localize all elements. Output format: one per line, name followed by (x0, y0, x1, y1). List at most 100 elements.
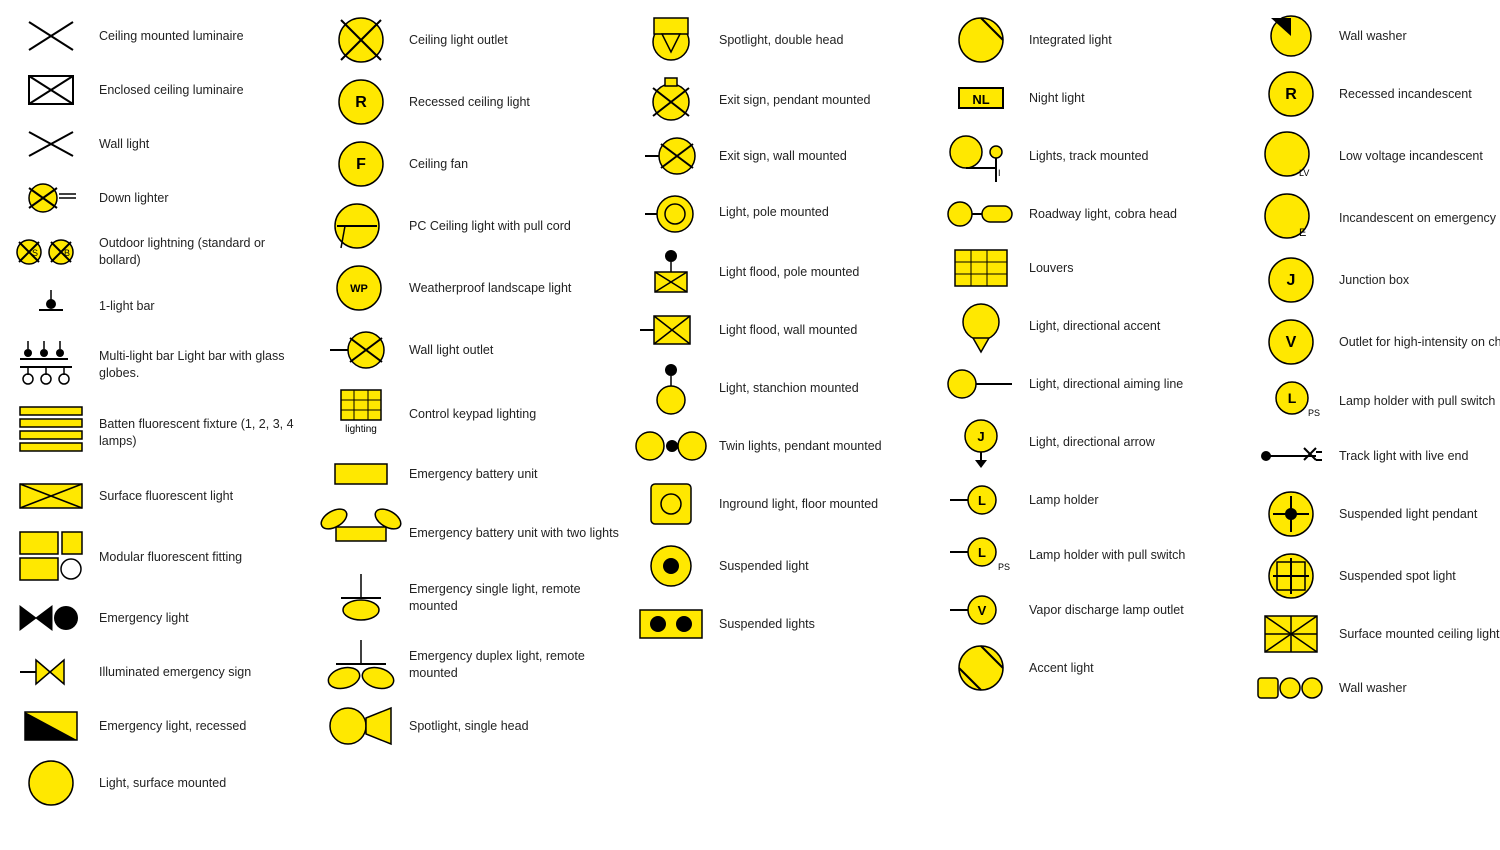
label-wall-light-outlet: Wall light outlet (409, 342, 619, 359)
item-accent-light: Accent light (935, 638, 1245, 698)
item-wall-washer-bottom: Wall washer (1245, 662, 1500, 714)
svg-text:V: V (1286, 334, 1297, 351)
svg-text:lighting: lighting (345, 424, 377, 435)
label-exit-sign-pendant: Exit sign, pendant mounted (719, 92, 929, 109)
label-emergency-battery-unit: Emergency battery unit (409, 466, 619, 483)
icon-suspended-light (631, 540, 711, 592)
icon-light-directional-accent (941, 300, 1021, 352)
svg-text:L: L (978, 545, 986, 560)
svg-text:LV: LV (1299, 168, 1309, 178)
icon-lamp-holder: L (941, 482, 1021, 518)
label-light-directional-aiming: Light, directional aiming line (1029, 376, 1239, 393)
label-light-flood-pole: Light flood, pole mounted (719, 264, 929, 281)
item-illuminated-emergency-sign: Illuminated emergency sign (5, 646, 315, 698)
label-suspended-light-pendant: Suspended light pendant (1339, 506, 1500, 523)
label-louvers: Louvers (1029, 260, 1239, 277)
item-lamp-holder-pull-col4: L PS Lamp holder with pull switch (935, 528, 1245, 582)
item-recessed-incandescent: R Recessed incandescent (1245, 64, 1500, 124)
item-light-directional-accent: Light, directional accent (935, 296, 1245, 356)
item-vapor-discharge: V Vapor discharge lamp outlet (935, 584, 1245, 636)
item-lights-track-mounted: I Lights, track mounted (935, 126, 1245, 186)
icon-recessed-ceiling-light: R (321, 76, 401, 128)
column-2: Ceiling light outlet R Recessed ceiling … (315, 10, 625, 812)
icon-roadway-cobra (941, 196, 1021, 232)
label-modular-fluorescent: Modular fluorescent fitting (99, 549, 309, 566)
label-control-keypad: Control keypad lighting (409, 406, 619, 423)
item-suspended-light-pendant: Suspended light pendant (1245, 484, 1500, 544)
item-louvers: Louvers (935, 242, 1245, 294)
item-emergency-light-recessed: Emergency light, recessed (5, 700, 315, 752)
svg-text:PS: PS (998, 562, 1010, 572)
item-multi-light-bar: Multi-light bar Light bar with glass glo… (5, 334, 315, 396)
icon-lamp-holder-pull-switch: L PS (1251, 378, 1331, 424)
label-incandescent-emergency: Incandescent on emergency power (1339, 210, 1500, 227)
item-wall-washer-top: Wall washer (1245, 10, 1500, 62)
svg-text:B: B (64, 248, 70, 258)
label-light-directional-accent: Light, directional accent (1029, 318, 1239, 335)
icon-light-directional-arrow: J (941, 416, 1021, 468)
icon-emergency-light-recessed (11, 708, 91, 744)
icon-light-pole-mounted (631, 188, 711, 236)
column-1: Ceiling mounted luminaire Enclosed ceili… (5, 10, 315, 812)
item-emergency-light: Emergency light (5, 592, 315, 644)
item-surface-fluorescent: Surface fluorescent light (5, 470, 315, 522)
label-batten-fluorescent: Batten fluorescent fixture (1, 2, 3, 4 l… (99, 416, 309, 450)
svg-text:F: F (356, 156, 366, 173)
icon-inground-floor (631, 478, 711, 530)
svg-text:V: V (978, 603, 987, 618)
label-weatherproof-landscape: Weatherproof landscape light (409, 280, 619, 297)
icon-suspended-lights (631, 606, 711, 642)
item-inground-floor: Inground light, floor mounted (625, 474, 935, 534)
icon-illuminated-emergency-sign (11, 654, 91, 690)
item-light-pole-mounted: Light, pole mounted (625, 184, 935, 240)
svg-text:R: R (355, 94, 367, 111)
item-emergency-duplex-remote: Emergency duplex light, remote mounted (315, 632, 625, 698)
item-night-light: NL Night light (935, 72, 1245, 124)
icon-exit-sign-pendant (631, 76, 711, 124)
item-enclosed-ceiling-luminaire: Enclosed ceiling luminaire (5, 64, 315, 116)
item-control-keypad: lighting Control keypad lighting (315, 382, 625, 446)
label-multi-light-bar: Multi-light bar Light bar with glass glo… (99, 348, 309, 382)
icon-emergency-light (11, 600, 91, 636)
item-recessed-ceiling-light: R Recessed ceiling light (315, 72, 625, 132)
item-emergency-single-remote: Emergency single light, remote mounted (315, 566, 625, 630)
label-inground-floor: Inground light, floor mounted (719, 496, 929, 513)
label-outlet-high-intensity: Outlet for high-intensity on charge (1339, 334, 1500, 351)
label-recessed-incandescent: Recessed incandescent (1339, 86, 1500, 103)
item-batten-fluorescent: Batten fluorescent fixture (1, 2, 3, 4 l… (5, 398, 315, 468)
item-suspended-light: Suspended light (625, 536, 935, 596)
icon-spotlight-single (321, 704, 401, 748)
item-spotlight-double: Spotlight, double head (625, 10, 935, 70)
icon-1-light-bar (11, 288, 91, 324)
icon-suspended-spot-light (1251, 550, 1331, 602)
svg-text:J: J (977, 429, 984, 444)
icon-light-flood-pole (631, 246, 711, 298)
label-spotlight-single: Spotlight, single head (409, 718, 619, 735)
svg-text:E: E (1299, 227, 1306, 239)
label-emergency-light: Emergency light (99, 610, 309, 627)
label-integrated-light: Integrated light (1029, 32, 1239, 49)
icon-control-keypad: lighting (321, 386, 401, 442)
icon-outdoor-lightning: S B (11, 234, 91, 270)
icon-suspended-light-pendant (1251, 488, 1331, 540)
icon-light-surface-mounted (11, 758, 91, 808)
label-recessed-ceiling-light: Recessed ceiling light (409, 94, 619, 111)
icon-ceiling-light-outlet (321, 14, 401, 66)
svg-text:R: R (1285, 86, 1297, 103)
item-spotlight-single: Spotlight, single head (315, 700, 625, 752)
label-wall-washer-bottom: Wall washer (1339, 680, 1500, 697)
label-ceiling-light-outlet: Ceiling light outlet (409, 32, 619, 49)
svg-text:J: J (1287, 272, 1296, 289)
icon-emergency-duplex-remote (321, 636, 401, 694)
item-low-voltage-incandescent: LV Low voltage incandescent (1245, 126, 1500, 186)
icon-wall-washer-bottom (1251, 670, 1331, 706)
label-light-flood-wall: Light flood, wall mounted (719, 322, 929, 339)
icon-emergency-battery-two (321, 507, 401, 559)
label-surface-ceiling-fixture: Surface mounted ceiling light fixture (1339, 626, 1500, 643)
svg-text:NL: NL (972, 92, 989, 107)
label-1-light-bar: 1-light bar (99, 298, 309, 315)
item-light-flood-pole: Light flood, pole mounted (625, 242, 935, 302)
label-emergency-light-recessed: Emergency light, recessed (99, 718, 309, 735)
icon-light-stanchion (631, 362, 711, 414)
label-wall-washer-top: Wall washer (1339, 28, 1500, 45)
